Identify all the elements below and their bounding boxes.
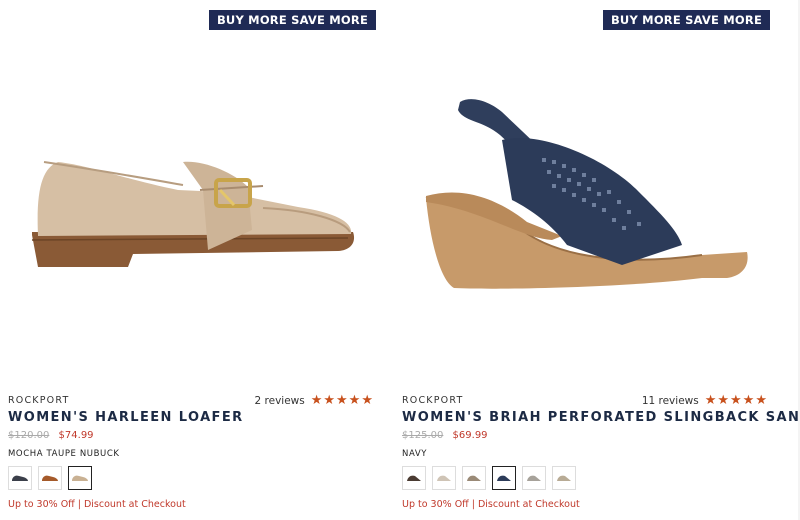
swatch-sand-sandal-icon[interactable] [552,466,576,490]
product-title[interactable]: WOMEN'S BRIAH PERFORATED SLINGBACK SANDA… [402,410,800,425]
price-block: $125.00 $69.99 [402,430,488,441]
sale-price: $69.99 [452,430,488,441]
brand-label: ROCKPORT [8,395,70,406]
brand-label: ROCKPORT [402,395,464,406]
color-swatches [8,466,92,490]
reviews-count[interactable]: 11 reviews [642,395,699,407]
swatch-grey-sandal-icon[interactable] [522,466,546,490]
swatch-dark-loafer-icon[interactable] [8,466,32,490]
promo-badge: BUY MORE SAVE MORE [602,10,770,30]
swatch-navy-sandal-icon[interactable] [492,466,516,490]
original-price: $120.00 [8,430,50,441]
product-card-briah-sandal[interactable]: BUY MORE SAVE MORE ROCKPORT 11 reviews ★… [402,0,800,520]
swatch-dark-sandal-icon[interactable] [402,466,426,490]
product-card-harleen-loafer[interactable]: BUY MORE SAVE MORE ROCKPORT 2 reviews ★★… [8,0,380,520]
star-rating-icon: ★★★★★ [310,393,374,408]
sale-price: $74.99 [58,430,94,441]
star-rating-icon: ★★★★★ [704,393,768,408]
price-block: $120.00 $74.99 [8,430,94,441]
promo-badge: BUY MORE SAVE MORE [208,10,376,30]
color-swatches [402,466,576,490]
swatch-cream-sandal-icon[interactable] [432,466,456,490]
swatch-brown-loafer-icon[interactable] [38,466,62,490]
product-image-sandal[interactable] [402,40,774,380]
swatch-taupe-sandal-icon[interactable] [462,466,486,490]
swatch-taupe-loafer-icon[interactable] [68,466,92,490]
discount-promo: Up to 30% Off | Discount at Checkout [8,499,186,510]
selected-color-name: MOCHA TAUPE NUBUCK [8,449,120,459]
selected-color-name: NAVY [402,449,428,459]
product-title[interactable]: WOMEN'S HARLEEN LOAFER [8,410,244,425]
original-price: $125.00 [402,430,444,441]
reviews-summary[interactable]: 2 reviews ★★★★★ [255,393,375,408]
product-image-loafer[interactable] [8,40,380,380]
reviews-summary[interactable]: 11 reviews ★★★★★ [642,393,768,408]
reviews-count[interactable]: 2 reviews [255,395,305,407]
discount-promo: Up to 30% Off | Discount at Checkout [402,499,580,510]
